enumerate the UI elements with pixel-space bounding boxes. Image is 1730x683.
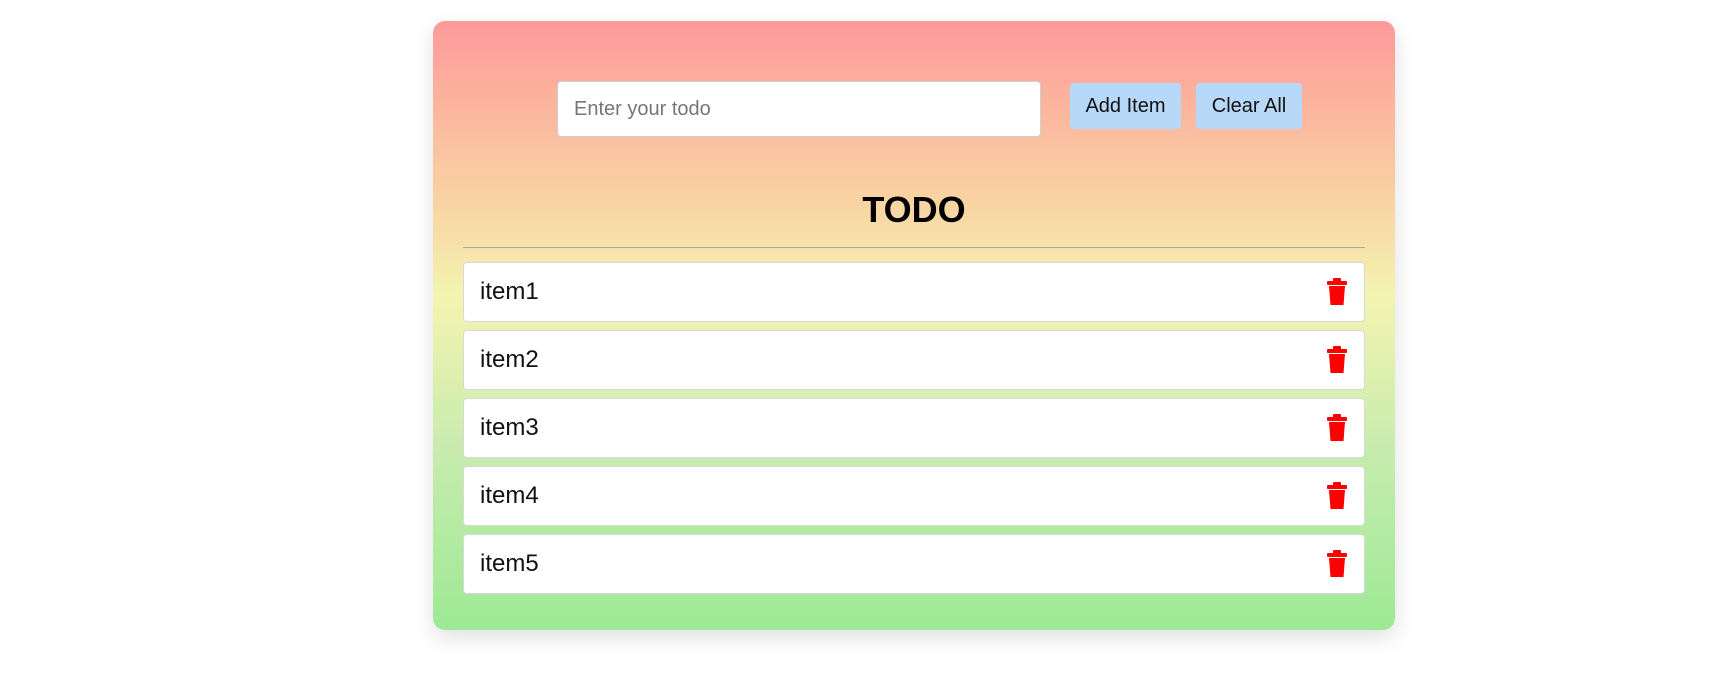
list-item: item1 [463, 262, 1365, 322]
list-item: item5 [463, 534, 1365, 594]
add-item-button[interactable]: Add Item [1070, 83, 1181, 129]
list-item: item3 [463, 398, 1365, 458]
trash-icon[interactable] [1326, 482, 1348, 510]
list-item-label: item2 [480, 346, 539, 373]
clear-all-button[interactable]: Clear All [1196, 83, 1302, 129]
todo-app: Add Item Clear All TODO item1 item2 item… [433, 21, 1395, 630]
input-row: Add Item Clear All [557, 81, 1302, 137]
todo-input[interactable] [557, 81, 1041, 137]
list-item-label: item4 [480, 482, 539, 509]
list-item: item2 [463, 330, 1365, 390]
list-item-label: item5 [480, 550, 539, 577]
list-item: item4 [463, 466, 1365, 526]
page-title: TODO [862, 189, 966, 230]
trash-icon[interactable] [1326, 346, 1348, 374]
title-divider [463, 247, 1365, 248]
trash-icon[interactable] [1326, 550, 1348, 578]
list-item-label: item1 [480, 278, 539, 305]
todo-list: item1 item2 item3 item4 item5 [463, 262, 1365, 602]
trash-icon[interactable] [1326, 278, 1348, 306]
trash-icon[interactable] [1326, 414, 1348, 442]
list-item-label: item3 [480, 414, 539, 441]
